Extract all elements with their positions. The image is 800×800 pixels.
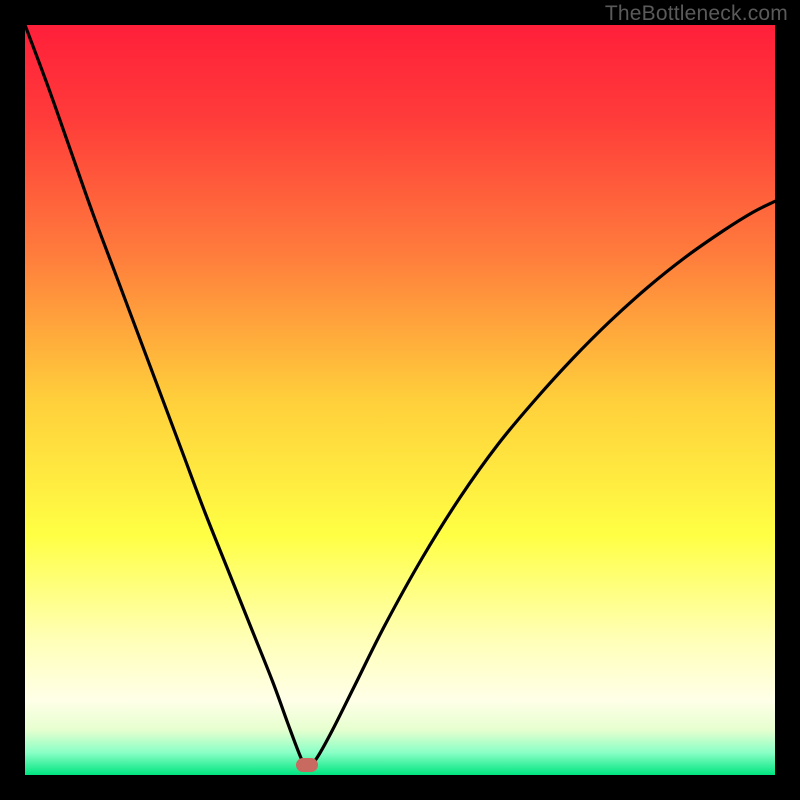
- watermark-text: TheBottleneck.com: [605, 2, 788, 26]
- chart-frame: TheBottleneck.com: [0, 0, 800, 800]
- bottleneck-curve-path: [25, 25, 775, 767]
- plot-area: [25, 25, 775, 775]
- optimal-point-marker: [296, 758, 318, 772]
- curve-svg: [25, 25, 775, 775]
